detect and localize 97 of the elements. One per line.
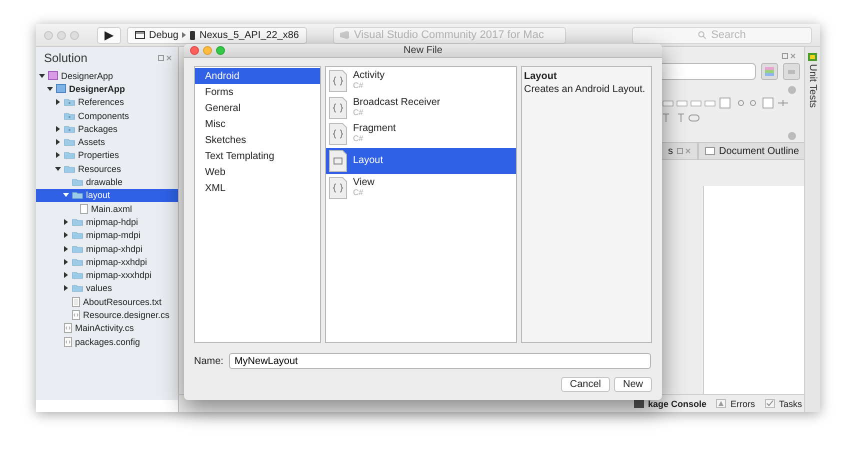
code-file-icon [72,310,80,320]
category-item[interactable]: Android [195,68,320,84]
status-item[interactable]: Tasks [764,398,802,408]
code-file-icon [64,323,72,334]
close-button[interactable] [190,46,199,55]
category-item[interactable]: Web [195,164,320,180]
category-item[interactable]: General [195,100,320,116]
pad-tab[interactable]: Document Outline [698,142,806,160]
tree-item[interactable]: mipmap-xhdpi [36,242,178,256]
folder-icon [64,138,75,146]
tree-item[interactable]: Components [36,108,178,122]
expand-arrow-icon[interactable] [55,126,61,132]
tree-item[interactable]: DesignerApp [36,82,178,96]
folder-icon [72,271,83,280]
tree-item[interactable]: mipmap-mdpi [36,228,178,242]
document-icon [705,147,715,155]
new-button[interactable]: New [614,377,652,392]
folder-icon [72,284,83,292]
folder-icon [64,151,75,160]
checkbox-icon [764,399,775,408]
tree-item[interactable]: values [36,282,178,296]
tree-item[interactable]: mipmap-hdpi [36,215,178,229]
tree-item[interactable]: packages.config [36,334,178,348]
tree-item[interactable]: Main.axml [36,202,178,216]
pad-controls-icon[interactable] [158,55,172,61]
code-file-icon [329,176,347,199]
chevron-icon [182,32,186,38]
expand-arrow-icon[interactable] [63,232,69,238]
expand-arrow-icon[interactable] [63,258,69,265]
code-file-icon [329,123,347,146]
tree-item[interactable]: layout [36,188,178,202]
dialog-title: New File [402,45,444,56]
phone-icon [190,30,196,40]
code-file-icon [64,336,72,347]
folder-icon [72,244,83,252]
tree-item[interactable]: MainActivity.cs [36,322,178,335]
template-item[interactable]: Broadcast Receiver C# [326,94,516,122]
tree-item[interactable]: AboutResources.txt [36,295,178,308]
configuration-selector[interactable]: Debug Nexus_5_API_22_x86 [127,26,307,44]
tree-item[interactable]: Assets [36,135,178,149]
folder-icon [72,218,83,226]
tree-item[interactable]: mipmap-xxxhdpi [36,268,178,282]
category-item[interactable]: XML [195,180,320,196]
layout-file-icon [329,150,347,172]
run-button[interactable]: ▶ [97,26,121,44]
collapse-arrow-icon[interactable] [55,166,61,172]
collapse-arrow-icon[interactable] [63,192,69,198]
logo-icon [340,31,349,39]
tree-item[interactable]: Resources [36,162,178,176]
code-file-icon [329,96,347,119]
tree-item[interactable]: Packages [36,122,178,136]
category-item[interactable]: Sketches [195,132,320,148]
solution-icon [48,71,58,80]
window-icon [135,31,145,39]
unit-tests-tab[interactable]: Unit Tests [807,64,818,108]
project-icon [56,84,66,94]
folder-icon [64,164,75,173]
tree-item[interactable]: drawable [36,175,178,189]
filter-field[interactable] [661,63,756,80]
file-icon [72,296,80,307]
template-item[interactable]: Fragment C# [326,121,516,148]
tree-item[interactable]: Properties [36,148,178,162]
pad-title: Solution [44,51,88,65]
category-item[interactable]: Misc [195,116,320,132]
tree-item[interactable]: DesignerApp [36,69,178,82]
cancel-button[interactable]: Cancel [560,377,610,392]
test-icon [808,53,817,61]
category-item[interactable]: Forms [195,84,320,100]
name-label: Name: [194,356,224,366]
folder-icon [64,98,75,106]
expand-arrow-icon[interactable] [63,246,69,252]
tree-item[interactable]: Resource.designer.cs [36,308,178,322]
template-item[interactable]: Activity C# [326,68,516,95]
file-icon [80,204,88,214]
description-text: Creates an Android Layout. [523,83,646,97]
search-icon [698,31,706,39]
folder-icon [72,178,83,186]
tree-item[interactable]: mipmap-xxhdpi [36,255,178,268]
expand-arrow-icon[interactable] [63,218,69,225]
description-title: Layout [523,70,558,82]
folder-icon [72,258,83,266]
template-item[interactable]: View C# [326,174,516,201]
pad-tab[interactable]: s [661,142,698,160]
folder-icon [64,112,75,120]
status-item[interactable]: Errors [716,398,755,408]
status-item[interactable]: kage Console [634,398,706,408]
expand-arrow-icon[interactable] [55,99,61,106]
template-item[interactable]: Layout [326,148,516,174]
folder-icon [72,231,83,240]
folder-icon [72,191,83,200]
code-file-icon [329,70,347,92]
folder-icon [64,124,75,133]
tree-item[interactable]: References [36,96,178,109]
warning-icon [716,399,726,408]
category-item[interactable]: Text Templating [195,148,320,164]
title-field: Visual Studio Community 2017 for Mac [333,26,566,44]
name-field[interactable]: MyNewLayout [229,353,651,369]
